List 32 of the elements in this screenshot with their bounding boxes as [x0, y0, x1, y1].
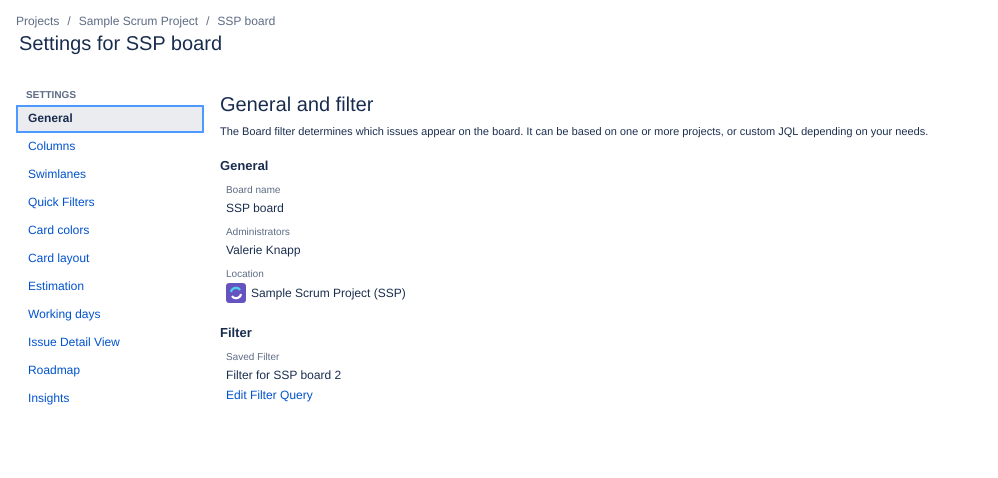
sidebar-item[interactable]: General	[16, 105, 204, 133]
sidebar-item[interactable]: Issue Detail View	[16, 329, 204, 357]
sidebar-item[interactable]: Swimlanes	[16, 161, 204, 189]
field-value: Sample Scrum Project (SSP)	[251, 286, 406, 300]
breadcrumb-separator: /	[206, 14, 210, 28]
section-heading: Filter	[220, 325, 253, 340]
field-label: Saved Filter	[226, 352, 280, 363]
edit-filter-link[interactable]: Edit Filter Query	[226, 388, 998, 402]
breadcrumb-link[interactable]: Projects	[16, 14, 60, 28]
sidebar-item[interactable]: Quick Filters	[16, 189, 204, 217]
field-label: Location	[226, 269, 265, 280]
field-value: SSP board	[226, 201, 285, 215]
sidebar-item[interactable]: Card layout	[16, 245, 204, 273]
sidebar-item[interactable]: Columns	[16, 133, 204, 161]
field-label: Administrators	[226, 227, 291, 238]
breadcrumb-link[interactable]: SSP board	[217, 14, 276, 28]
field-value: Filter for SSP board 2	[226, 368, 342, 382]
sidebar-item[interactable]: Working days	[16, 301, 204, 329]
sidebar-item[interactable]: Roadmap	[16, 357, 204, 385]
description-text: The Board filter determines which issues appear on the board. It can be based on one or more projects, or custom JQL depending on your needs.	[220, 126, 930, 138]
project-avatar-icon	[226, 283, 246, 303]
breadcrumb-link[interactable]: Sample Scrum Project	[78, 14, 198, 28]
page-title: Settings for SSP board	[19, 33, 224, 56]
field-value: Valerie Knapp	[226, 243, 302, 257]
breadcrumb-separator: /	[67, 14, 71, 28]
section-title: General and filter	[220, 94, 374, 117]
sidebar-heading: SETTINGS	[25, 90, 78, 103]
sidebar-item[interactable]: Card colors	[16, 217, 204, 245]
sidebar-item[interactable]: Insights	[16, 385, 204, 413]
section-heading: General	[220, 158, 270, 173]
sidebar-item[interactable]: Estimation	[16, 273, 204, 301]
field-label: Board name	[226, 185, 282, 196]
